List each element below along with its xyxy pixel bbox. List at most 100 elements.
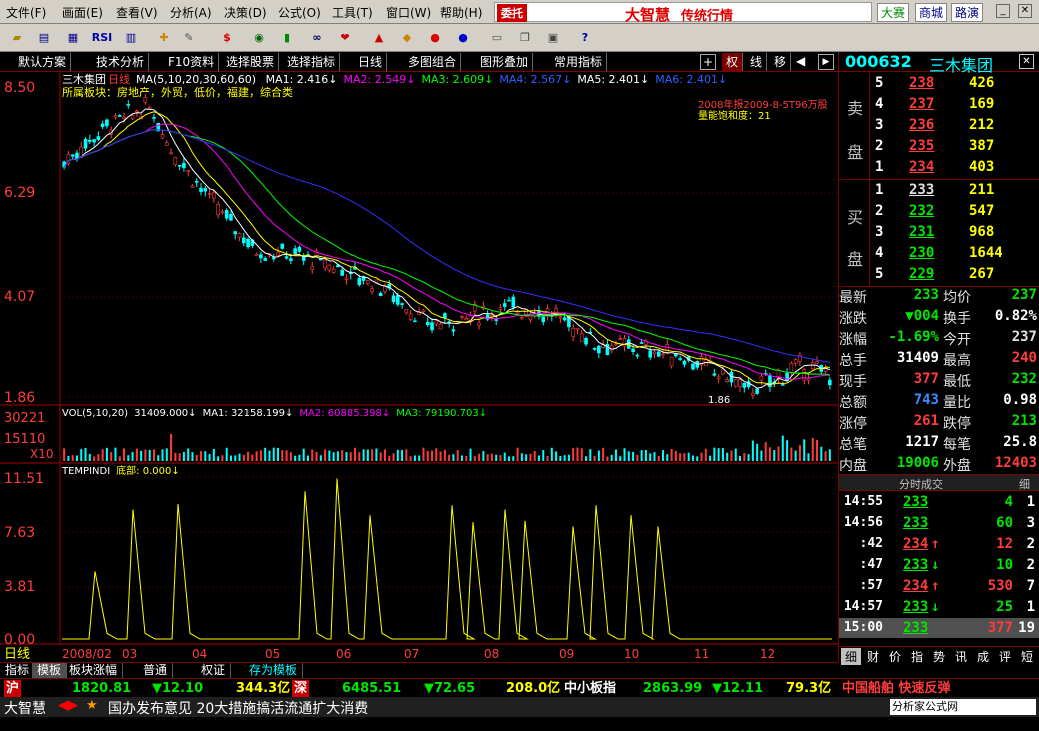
tab-technical-analysis[interactable]: 技术分析 (92, 53, 150, 71)
btab-warrant[interactable]: 权证 (196, 663, 232, 678)
side-tab[interactable]: 财 (863, 648, 883, 665)
tab-common-indicator[interactable]: 常用指标 (550, 53, 608, 71)
tick-count: 1 (1026, 494, 1035, 510)
btab-template[interactable]: 模板 (32, 663, 68, 678)
tab-rights[interactable]: 权 (722, 53, 744, 71)
copy-icon[interactable]: ❐ (514, 27, 536, 48)
book-price[interactable]: 237 (909, 96, 934, 112)
menu-tools[interactable]: 工具(T) (332, 4, 373, 21)
tick-price[interactable]: 233 (903, 515, 928, 531)
book-price[interactable]: 235 (909, 138, 934, 154)
mall-button[interactable]: 商城 (915, 3, 948, 22)
menu-decision[interactable]: 决策(D) (224, 4, 267, 21)
alert-ticker[interactable]: 中国船舶 快速反弹 (842, 680, 951, 697)
ind-ytick: 0.00 (4, 632, 35, 648)
tab-select-stock[interactable]: 选择股票 (222, 53, 280, 71)
book-price[interactable]: 230 (909, 245, 934, 261)
book-price[interactable]: 238 (909, 75, 934, 91)
book-price[interactable]: 231 (909, 224, 934, 240)
grid-icon[interactable]: ▥ (120, 27, 142, 48)
print-icon[interactable]: ▭ (486, 27, 508, 48)
tab-overlay[interactable]: 图形叠加 (476, 53, 534, 71)
menu-screen[interactable]: 画面(E) (62, 4, 103, 21)
tab-select-indicator[interactable]: 选择指标 (283, 53, 341, 71)
side-tab[interactable]: 细 (841, 648, 861, 665)
tab-f10[interactable]: F10资料 (164, 53, 220, 71)
quote-table-icon[interactable]: ▦ (62, 27, 84, 48)
crosshair-icon[interactable]: ✚ (153, 27, 175, 48)
side-tab[interactable]: 价 (885, 648, 905, 665)
binoculars-icon[interactable]: ∞ (306, 27, 328, 48)
side-tab[interactable]: 短 (1017, 648, 1037, 665)
candle-body (242, 237, 246, 244)
side-tab[interactable]: 势 (929, 648, 949, 665)
scroll-left-icon[interactable]: ◀ (796, 54, 805, 68)
book-price[interactable]: 234 (909, 159, 934, 175)
tick-price[interactable]: 234 (903, 536, 928, 552)
tab-default-scheme[interactable]: 默认方案 (14, 53, 72, 71)
menu-file[interactable]: 文件(F) (6, 4, 46, 21)
tab-line[interactable]: 线 (746, 53, 768, 71)
book-price[interactable]: 229 (909, 266, 934, 282)
book-volume: 211 (969, 182, 995, 198)
close-panel-icon[interactable]: ✕ (1019, 54, 1034, 69)
red-circle-icon[interactable]: ● (424, 27, 446, 48)
blue-circle-icon[interactable]: ● (452, 27, 474, 48)
menu-formula[interactable]: 公式(O) (278, 4, 321, 21)
tick-price[interactable]: 233 (903, 599, 928, 615)
trade-button[interactable]: 委托 (497, 4, 527, 22)
candle-body (614, 343, 618, 345)
rsi-icon[interactable]: RSI (88, 27, 116, 48)
news-arrows-icon[interactable]: ◀▶ (58, 698, 78, 713)
tick-volume: 4 (1004, 494, 1013, 510)
chart-window-icon[interactable]: ▤ (33, 27, 55, 48)
btab-sector-gain[interactable]: 板块涨幅 (64, 663, 124, 678)
tab-multi-chart[interactable]: 多图组合 (404, 53, 462, 71)
minimize-icon[interactable]: _ (996, 4, 1010, 18)
menu-analysis[interactable]: 分析(A) (170, 4, 212, 21)
menu-help[interactable]: 帮助(H) (440, 4, 482, 21)
tab-daily[interactable]: 日线 (354, 53, 388, 71)
btab-indicator[interactable]: 指标 (0, 663, 36, 678)
side-tab[interactable]: 评 (995, 648, 1015, 665)
menu-view[interactable]: 查看(V) (116, 4, 158, 21)
candle-body (793, 359, 798, 364)
contest-button[interactable]: 大赛 (877, 3, 910, 22)
book-price[interactable]: 236 (909, 117, 934, 133)
ruler-icon[interactable]: ✎ (178, 27, 200, 48)
plus-icon[interactable]: + (700, 54, 716, 70)
btab-save-template[interactable]: 存为模板 (244, 663, 304, 678)
paste-icon[interactable]: ▣ (542, 27, 564, 48)
open-folder-icon[interactable]: ▰ (6, 27, 28, 48)
dollar-icon[interactable]: $ (216, 27, 238, 48)
help-cursor-icon[interactable]: ? (574, 27, 596, 48)
tab-move[interactable]: 移 (770, 53, 792, 71)
side-tab[interactable]: 指 (907, 648, 927, 665)
detail-button[interactable]: 细 (1019, 476, 1030, 492)
tick-price[interactable]: 233 (903, 557, 928, 573)
close-icon[interactable]: ✕ (1018, 4, 1032, 18)
tick-price[interactable]: 233 (903, 494, 928, 510)
book-price[interactable]: 233 (909, 182, 934, 198)
news-headline[interactable]: 国办发布意见 20大措施搞活流通扩大消费 (108, 698, 368, 718)
diamond-icon[interactable]: ◆ (396, 27, 418, 48)
roadshow-button[interactable]: 路演 (951, 3, 984, 22)
side-tab[interactable]: 成 (973, 648, 993, 665)
quote-panel: 000632 三木集团 ✕ 卖 盘 5 238 426 4 237 169 3 236 212 2… (838, 52, 1039, 665)
alert-icon[interactable]: ❤ (334, 27, 356, 48)
side-tab[interactable]: 讯 (951, 648, 971, 665)
kline-chart[interactable]: 8.50 6.29 4.07 1.86 三木集团 日线 MA(5,10,20,30,… (0, 72, 838, 662)
xtick: 10 (624, 647, 639, 661)
period-label[interactable]: 日线 (4, 647, 30, 662)
tick-price[interactable]: 234 (903, 578, 928, 594)
scroll-right-icon[interactable]: ▶ (818, 54, 834, 70)
glasses-icon[interactable]: ◉ (248, 27, 270, 48)
tick-price[interactable]: 233 (903, 620, 928, 636)
candle-body (502, 303, 507, 307)
book-volume: 1644 (969, 245, 1003, 261)
menu-window[interactable]: 窗口(W) (386, 4, 431, 21)
book-price[interactable]: 232 (909, 203, 934, 219)
bars-icon[interactable]: ▮ (276, 27, 298, 48)
up-arrow-icon[interactable]: ▲ (368, 27, 390, 48)
btab-normal[interactable]: 普通 (138, 663, 174, 678)
